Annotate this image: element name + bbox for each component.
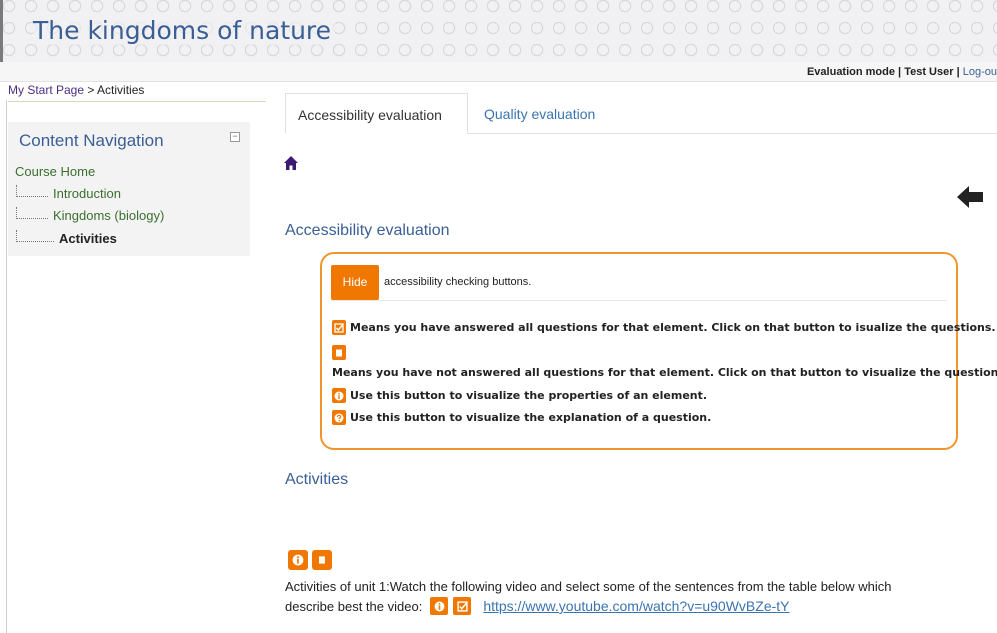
tree-connector bbox=[16, 206, 48, 219]
legend-answered: Means you have answered all questions fo… bbox=[332, 320, 996, 335]
hide-button[interactable]: Hide bbox=[331, 264, 379, 300]
checked-icon bbox=[332, 320, 346, 335]
hide-buttons-row: Hide accessibility checking buttons. bbox=[331, 264, 947, 301]
legend-not-answered-icon-row bbox=[332, 345, 350, 360]
site-header: The kingdoms of nature bbox=[0, 0, 997, 62]
tab-accessibility-evaluation[interactable]: Accessibility evaluation bbox=[285, 93, 468, 134]
unchecked-icon[interactable] bbox=[312, 550, 332, 570]
legend-properties: Use this button to visualize the propert… bbox=[332, 388, 707, 403]
logout-link[interactable]: Log-ou bbox=[963, 66, 997, 78]
activity-description-end: describe best the video: bbox=[285, 598, 423, 614]
accessibility-evaluation-heading: Accessibility evaluation bbox=[285, 222, 450, 239]
sidebar-item-introduction[interactable]: Introduction bbox=[16, 184, 121, 201]
tree-connector bbox=[16, 184, 48, 197]
breadcrumb-separator: > bbox=[84, 83, 98, 97]
video-link[interactable]: https://www.youtube.com/watch?v=u90WvBZe… bbox=[483, 598, 789, 614]
page-left-border bbox=[6, 100, 7, 633]
content-navigation-title: Content Navigation bbox=[19, 131, 164, 150]
legend-not-answered-text: Means you have not answered all question… bbox=[332, 366, 997, 379]
breadcrumb-home-link[interactable]: My Start Page bbox=[8, 83, 84, 97]
evaluation-mode-label: Evaluation mode bbox=[806, 66, 895, 78]
breadcrumb: My Start Page > Activities bbox=[8, 83, 144, 97]
breadcrumb-divider bbox=[8, 101, 266, 102]
activity-description-line2: describe best the video: https://www.you… bbox=[285, 597, 790, 615]
sidebar-item-label: Kingdoms (biology) bbox=[53, 208, 165, 223]
info-icon[interactable] bbox=[288, 550, 308, 570]
site-title[interactable]: The kingdoms of nature bbox=[33, 16, 336, 45]
content-navigation-panel: Content Navigation − Course Home Introdu… bbox=[8, 122, 250, 256]
sidebar-item-label: Introduction bbox=[53, 186, 121, 201]
legend-not-answered: Means you have not answered all question… bbox=[332, 366, 997, 379]
unchecked-icon bbox=[332, 345, 346, 360]
legend-explanation: Use this button to visualize the explana… bbox=[332, 410, 711, 425]
accessibility-legend-box: Hide accessibility checking buttons. Mea… bbox=[320, 252, 997, 450]
home-icon[interactable] bbox=[283, 155, 299, 171]
info-icon[interactable] bbox=[430, 597, 449, 615]
user-bar: Evaluation mode | Test User | Log-ou bbox=[0, 62, 997, 82]
checked-icon[interactable] bbox=[453, 597, 472, 615]
sidebar-item-label: Activities bbox=[59, 231, 117, 246]
tree-connector bbox=[16, 229, 54, 242]
sidebar-item-course-home[interactable]: Course Home bbox=[15, 164, 95, 179]
collapse-icon[interactable]: − bbox=[230, 132, 240, 142]
legend-properties-text: Use this button to visualize the propert… bbox=[350, 389, 708, 402]
sidebar-item-activities[interactable]: Activities bbox=[16, 229, 117, 246]
tab-quality-evaluation[interactable]: Quality evaluation bbox=[472, 93, 607, 134]
user-name: Test User bbox=[904, 66, 954, 78]
info-icon bbox=[332, 388, 346, 403]
legend-explanation-text: Use this button to visualize the explana… bbox=[350, 411, 712, 424]
breadcrumb-current: Activities bbox=[97, 83, 145, 97]
back-arrow-icon[interactable] bbox=[955, 182, 985, 212]
question-icon bbox=[332, 410, 346, 425]
activities-heading: Activities bbox=[285, 471, 349, 488]
sidebar-item-kingdoms[interactable]: Kingdoms (biology) bbox=[16, 206, 165, 223]
activity-description: Activities of unit 1:Watch the following… bbox=[285, 579, 892, 594]
legend-answered-text: Means you have answered all questions fo… bbox=[350, 321, 996, 334]
user-info: Evaluation mode | Test User | Log-ou bbox=[806, 66, 997, 78]
hide-description: accessibility checking buttons. bbox=[384, 276, 532, 288]
